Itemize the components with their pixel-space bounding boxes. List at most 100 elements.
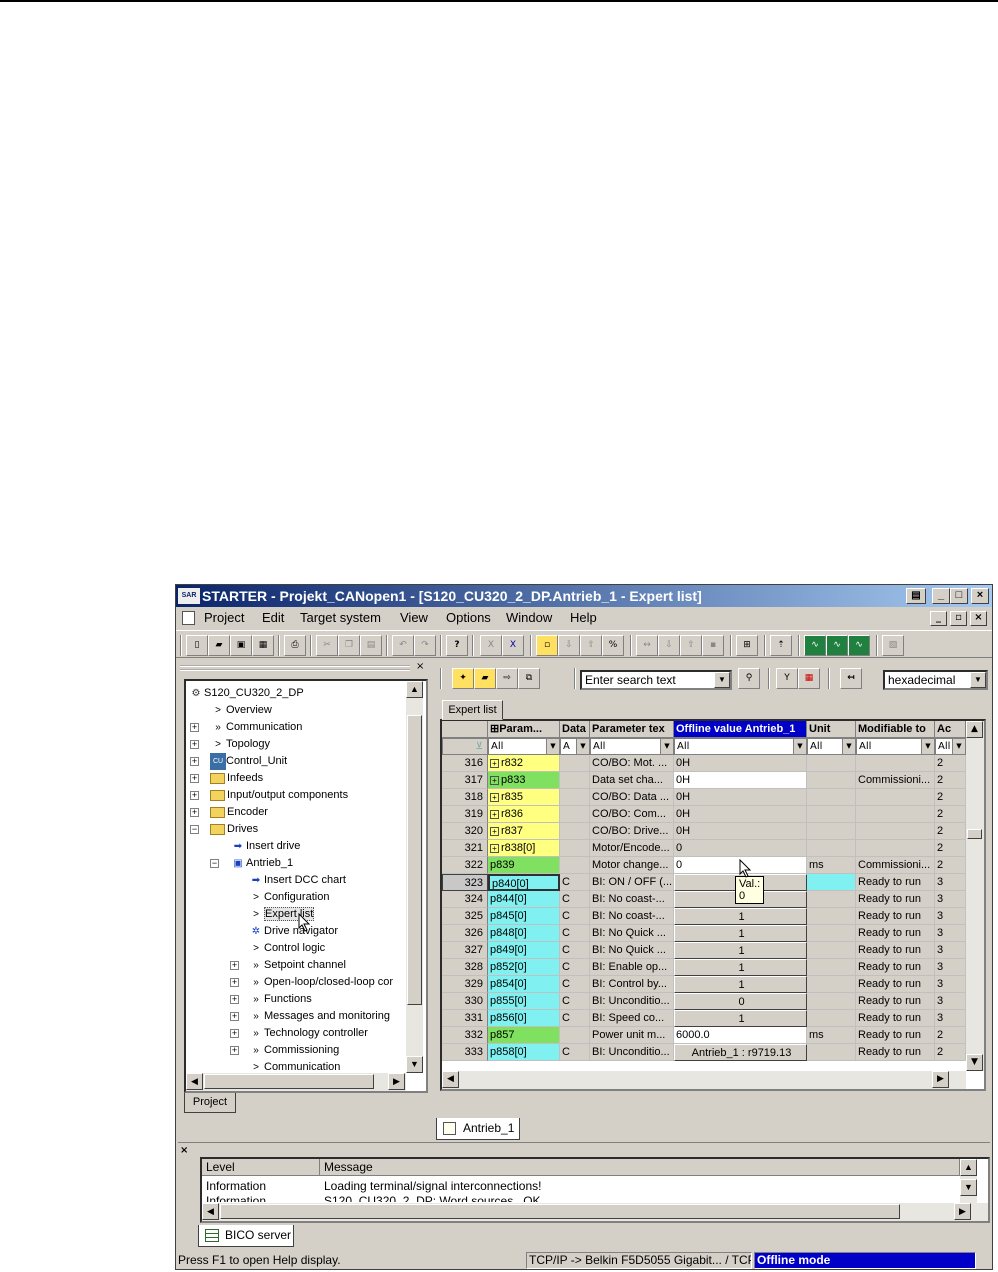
save-compile-icon[interactable]: ▦ [252,635,274,656]
chevron-down-icon[interactable]: ▼ [660,739,673,754]
tree-item[interactable]: Drives [210,821,258,838]
mdi-minimize-button[interactable]: _ [930,611,947,626]
xi-icon[interactable]: X [480,635,502,656]
trace-icon[interactable]: ∿ [804,635,826,656]
tree-item[interactable]: » Messages and monitoring [248,1008,390,1025]
col-parameter-text-filter[interactable]: All ▼ [590,738,674,755]
title-bar[interactable]: SAR STARTER - Projekt_CANopen1 - [S120_C… [176,585,992,607]
tree-root[interactable]: ⚙ S120_CU320_2_DP [188,685,304,702]
table-row[interactable]: 325 p845[0] C BI: No coast-... 1 Ready to run… [442,908,966,925]
chevron-down-icon[interactable]: ▼ [970,672,986,688]
column-message[interactable]: Message [320,1159,960,1176]
col-access-header[interactable]: Ac [935,721,966,738]
chevron-down-icon[interactable]: ▼ [842,739,855,754]
cell-offline-value[interactable]: 1 [674,942,807,959]
expand-toggle-icon[interactable]: + [490,775,499,785]
col-data-header[interactable]: Data [560,721,590,738]
pane-close-icon[interactable]: × [180,1145,188,1156]
expand-toggle-icon[interactable]: + [490,809,499,819]
document-icon[interactable] [182,611,195,625]
tree-item[interactable]: » Commissioning [248,1042,339,1059]
col-data-filter[interactable]: A ▼ [560,738,590,755]
table-row[interactable]: 327 p849[0] C BI: No Quick ... 1 Ready to run… [442,942,966,959]
grid-vertical-scrollbar[interactable]: ▲ ▼ [966,721,984,1071]
scroll-right-icon[interactable]: ▶ [388,1073,405,1090]
col-row-number-header[interactable] [442,721,488,738]
filter-clear-icon[interactable]: ⊻ [442,738,488,755]
copy-icon[interactable]: ❐ [338,635,360,656]
table-row[interactable]: 324p844[0]CBI: No coast-...1Ready to run… [442,891,966,908]
tree-item[interactable]: ➡ Insert DCC chart [248,872,346,889]
expand-toggle-icon[interactable]: − [210,859,219,868]
load-pg-icon[interactable]: ⇧ [680,635,702,656]
expand-toggle-icon[interactable]: + [230,961,239,970]
chevron-down-icon[interactable]: ▼ [921,739,934,754]
scroll-thumb[interactable] [204,1074,374,1089]
menu-window[interactable]: Window [506,607,552,629]
mdi-restore-button[interactable]: ▫ [950,611,967,626]
table-row[interactable]: 329 p854[0] C BI: Control by... 1 Ready to ru… [442,976,966,993]
expand-toggle-icon[interactable]: + [230,978,239,987]
scroll-up-icon[interactable]: ▲ [966,721,983,738]
tree-item[interactable]: ✲ Drive navigator [248,923,338,940]
table-row[interactable]: 316 + r832 CO/BO: Mot. ... 0H 2 [442,755,966,772]
tree-item[interactable]: > Control logic [248,940,325,957]
tab-bico-server[interactable]: BICO server [198,1225,294,1247]
extra-icon[interactable]: ▧ [882,635,904,656]
upload-icon[interactable]: ⇧ [580,635,602,656]
tree-item[interactable]: Encoder [210,804,268,821]
redo-icon[interactable]: ↷ [414,635,436,656]
cell-offline-value[interactable]: 0H [674,755,807,772]
chevron-down-icon[interactable]: ▼ [714,672,730,688]
context-help-icon[interactable]: ? [446,635,468,656]
filter-icon[interactable]: Y [776,668,798,689]
cell-offline-value[interactable]: 0H [674,823,807,840]
maximize-button[interactable]: □ [950,588,968,604]
cell-offline-value[interactable]: 0H [674,772,807,789]
expand-toggle-icon[interactable]: + [190,740,199,749]
tab-antrieb-1[interactable]: Antrieb_1 [436,1118,520,1140]
table-row[interactable]: 317 + p833 Data set cha... 0H Commissioni... 2 [442,772,966,789]
tree-horizontal-scrollbar[interactable]: ◀ ▶ [186,1073,406,1091]
table-row[interactable]: 332 p857 Power unit m... 6000.0 ms Ready to r… [442,1027,966,1044]
expand-toggle-icon[interactable]: + [490,792,499,802]
xe-icon[interactable]: X [502,635,524,656]
tree-item[interactable]: Input/output components [210,787,348,804]
new-parameter-icon[interactable]: ✦ [452,668,474,689]
mdi-close-button[interactable]: × [970,611,987,626]
tree-item[interactable]: Infeeds [210,770,263,787]
chevron-down-icon[interactable]: ▼ [546,739,559,754]
col-parameter-header[interactable]: ⊞Param... [488,721,560,738]
close-button[interactable]: × [971,588,989,604]
expand-toggle-icon[interactable]: + [190,791,199,800]
expand-toggle-icon[interactable]: + [490,826,499,836]
target-device-icon[interactable]: % [602,635,624,656]
scroll-left-icon[interactable]: ◀ [442,1071,459,1088]
expand-toggle-icon[interactable]: + [190,808,199,817]
number-format-select[interactable]: hexadecimal ▼ [883,670,988,690]
print-icon[interactable]: ⎙ [284,635,306,656]
expand-toggle-icon[interactable]: + [490,843,499,853]
load-cpu-icon[interactable]: ⇩ [658,635,680,656]
scroll-right-icon[interactable]: ▶ [932,1071,949,1088]
table-row[interactable]: 326 p848[0] C BI: No Quick ... 1 Ready to run… [442,925,966,942]
menu-project[interactable]: Project [204,607,244,629]
scroll-thumb[interactable] [220,1204,900,1219]
control-panel-icon[interactable]: ⊞ [736,635,758,656]
cell-offline-value[interactable]: 1 [674,959,807,976]
menu-options[interactable]: Options [446,607,491,629]
tab-expert-list[interactable]: Expert list [442,700,503,720]
tree-item[interactable]: » Technology controller [248,1025,368,1042]
cell-offline-value[interactable]: 0H [674,806,807,823]
table-row[interactable]: 323p840[0]CBI: ON / OFF (...0Ready to ru… [442,874,966,891]
col-unit-filter[interactable]: All ▼ [807,738,856,755]
connect-icon[interactable]: ▫ [536,635,558,656]
tree-item[interactable]: » Functions [248,991,311,1008]
expand-toggle-icon[interactable]: + [190,723,199,732]
tree-item[interactable]: CU Control_Unit [210,753,287,770]
export-icon[interactable]: ⇨ [496,668,518,689]
tree-item[interactable]: » Communication [210,719,302,736]
col-modifiable-header[interactable]: Modifiable to [856,721,935,738]
cell-offline-value[interactable]: 1 [674,976,807,993]
menu-view[interactable]: View [400,607,428,629]
